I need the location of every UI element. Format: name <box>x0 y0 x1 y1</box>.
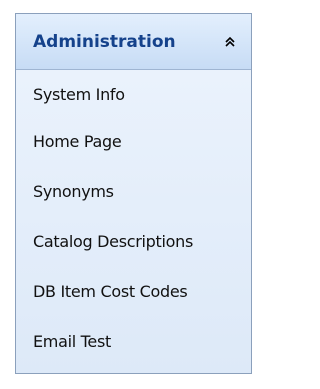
menu-item-home-page[interactable]: Home Page <box>16 117 251 165</box>
menu-item-label: Catalog Descriptions <box>33 231 193 251</box>
menu-item-label: Home Page <box>33 131 122 151</box>
panel-menu: System Info Home Page Synonyms Catalog D… <box>16 70 251 373</box>
double-chevron-up-icon[interactable] <box>221 33 239 51</box>
page: Administration System Info Home Page Syn… <box>0 0 267 389</box>
menu-item-system-info[interactable]: System Info <box>16 70 251 118</box>
panel-header[interactable]: Administration <box>16 14 251 70</box>
menu-item-db-item-cost-codes[interactable]: DB Item Cost Codes <box>16 267 251 315</box>
menu-item-label: System Info <box>33 84 125 104</box>
administration-panel: Administration System Info Home Page Syn… <box>15 13 252 374</box>
menu-item-label: Email Test <box>33 331 111 351</box>
menu-item-catalog-descriptions[interactable]: Catalog Descriptions <box>16 217 251 265</box>
menu-item-label: DB Item Cost Codes <box>33 281 188 301</box>
menu-item-label: Synonyms <box>33 181 114 201</box>
menu-item-synonyms[interactable]: Synonyms <box>16 167 251 215</box>
panel-title: Administration <box>33 31 176 52</box>
menu-item-email-test[interactable]: Email Test <box>16 317 251 365</box>
